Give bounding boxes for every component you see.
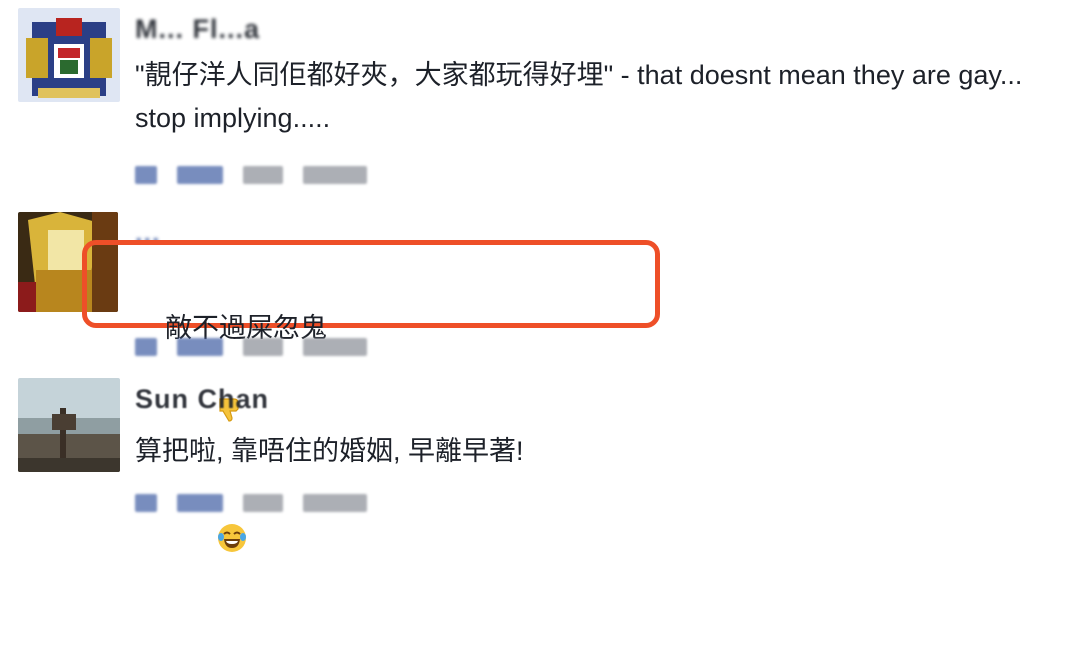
crest-avatar-icon[interactable] [18, 8, 120, 102]
comment-text: "靚仔洋人同佢都好夾，大家都玩得好埋" - that doesnt mean t… [135, 60, 1030, 133]
comment-actions[interactable] [135, 160, 367, 190]
like-link[interactable] [135, 338, 157, 356]
reply-link[interactable] [177, 166, 223, 184]
timestamp[interactable] [303, 494, 367, 512]
like-link[interactable] [135, 494, 157, 512]
reaction-count[interactable] [243, 338, 283, 356]
comment-actions[interactable] [135, 488, 367, 518]
comment-actions[interactable] [135, 332, 367, 362]
like-link[interactable] [135, 166, 157, 184]
seaside-avatar-icon[interactable] [18, 378, 120, 472]
reply-link[interactable] [177, 494, 223, 512]
comment-text: 算把啦, 靠唔住的婚姻, 早離早著! [135, 436, 524, 466]
reaction-count[interactable] [243, 166, 283, 184]
timestamp[interactable] [303, 166, 367, 184]
comment-author[interactable]: M... Fl...a [135, 14, 260, 45]
timestamp[interactable] [303, 338, 367, 356]
comment-author[interactable]: Sun Chan [135, 384, 269, 415]
reaction-count[interactable] [243, 494, 283, 512]
reply-link[interactable] [177, 338, 223, 356]
